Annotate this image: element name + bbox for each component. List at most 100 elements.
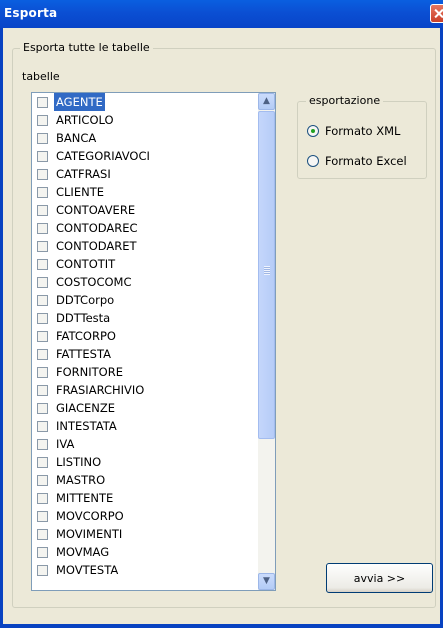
list-item-label: FATTESTA xyxy=(56,347,111,361)
list-item[interactable]: INTESTATA xyxy=(32,417,258,435)
vertical-scrollbar[interactable]: ▲ ▼ xyxy=(258,93,275,590)
chevron-down-icon: ▼ xyxy=(263,576,270,586)
list-item[interactable]: CONTOAVERE xyxy=(32,201,258,219)
list-item-label: GIACENZE xyxy=(56,401,116,415)
list-item[interactable]: MOVTESTA xyxy=(32,561,258,579)
list-item[interactable]: IVA xyxy=(32,435,258,453)
checkbox[interactable] xyxy=(37,493,48,504)
list-item[interactable]: DDTTesta xyxy=(32,309,258,327)
tables-list: AGENTE ARTICOLO BANCA CATEGORIAVOCI CATFRASI… xyxy=(32,93,258,579)
checkbox[interactable] xyxy=(37,511,48,522)
checkbox[interactable] xyxy=(37,133,48,144)
checkbox[interactable] xyxy=(37,529,48,540)
list-item[interactable]: DDTCorpo xyxy=(32,291,258,309)
checkbox[interactable] xyxy=(37,313,48,324)
list-item-label: LISTINO xyxy=(56,455,102,469)
list-item[interactable]: CONTODARET xyxy=(32,237,258,255)
checkbox[interactable] xyxy=(37,565,48,576)
list-item[interactable]: CATFRASI xyxy=(32,165,258,183)
checkbox[interactable] xyxy=(37,349,48,360)
tables-label: tabelle xyxy=(22,70,60,83)
list-item-label: MOVTESTA xyxy=(56,563,119,577)
checkbox[interactable] xyxy=(37,205,48,216)
checkbox[interactable] xyxy=(37,259,48,270)
list-item[interactable]: ARTICOLO xyxy=(32,111,258,129)
list-item-label: CONTOTIT xyxy=(56,257,116,271)
close-button[interactable] xyxy=(430,4,443,23)
checkbox[interactable] xyxy=(37,331,48,342)
checkbox[interactable] xyxy=(37,295,48,306)
list-item-label: IVA xyxy=(56,437,75,451)
list-item-label: MOVMAG xyxy=(56,545,110,559)
list-item[interactable]: MOVMAG xyxy=(32,543,258,561)
title-bar[interactable]: Esporta xyxy=(0,0,443,28)
checkbox[interactable] xyxy=(37,421,48,432)
list-item[interactable]: CONTOTIT xyxy=(32,255,258,273)
list-item[interactable]: CLIENTE xyxy=(32,183,258,201)
checkbox[interactable] xyxy=(37,367,48,378)
list-item-label: CATEGORIAVOCI xyxy=(56,149,150,163)
list-item[interactable]: CATEGORIAVOCI xyxy=(32,147,258,165)
checkbox[interactable] xyxy=(37,223,48,234)
list-item[interactable]: FATCORPO xyxy=(32,327,258,345)
radio-button[interactable] xyxy=(307,155,319,167)
list-item[interactable]: AGENTE xyxy=(32,93,258,111)
list-item-label: BANCA xyxy=(56,131,97,145)
tables-listbox[interactable]: AGENTE ARTICOLO BANCA CATEGORIAVOCI CATFRASI… xyxy=(31,92,276,591)
radio-format-excel[interactable]: Formato Excel xyxy=(307,153,422,169)
checkbox[interactable] xyxy=(37,403,48,414)
list-item-label: AGENTE xyxy=(54,93,105,111)
radio-button[interactable] xyxy=(307,125,319,137)
list-item-label: MOVCORPO xyxy=(56,509,124,523)
scroll-up-button[interactable]: ▲ xyxy=(258,93,275,110)
checkbox[interactable] xyxy=(37,151,48,162)
chevron-up-icon: ▲ xyxy=(263,96,270,106)
list-item-label: MITTENTE xyxy=(56,491,114,505)
checkbox[interactable] xyxy=(37,115,48,126)
checkbox[interactable] xyxy=(37,187,48,198)
radio-label: Formato XML xyxy=(325,124,401,138)
checkbox[interactable] xyxy=(37,457,48,468)
list-item-label: CONTODAREC xyxy=(56,221,138,235)
list-item-label: DDTTesta xyxy=(56,311,111,325)
list-item-label: FORNITORE xyxy=(56,365,123,379)
scroll-thumb[interactable] xyxy=(258,111,275,439)
list-item[interactable]: FATTESTA xyxy=(32,345,258,363)
list-item-label: CONTOAVERE xyxy=(56,203,136,217)
export-all-tables-label: Esporta tutte le tabelle xyxy=(20,41,153,54)
checkbox[interactable] xyxy=(37,547,48,558)
list-item[interactable]: BANCA xyxy=(32,129,258,147)
list-item-label: FATCORPO xyxy=(56,329,116,343)
list-item[interactable]: GIACENZE xyxy=(32,399,258,417)
radio-format-xml[interactable]: Formato XML xyxy=(307,123,417,139)
scroll-down-button[interactable]: ▼ xyxy=(258,573,275,590)
list-item[interactable]: MOVCORPO xyxy=(32,507,258,525)
list-item[interactable]: CONTODAREC xyxy=(32,219,258,237)
checkbox[interactable] xyxy=(37,277,48,288)
window-title: Esporta xyxy=(4,6,58,20)
list-item[interactable]: COSTOCOMC xyxy=(32,273,258,291)
run-button[interactable]: avvia >> xyxy=(326,563,433,593)
window-frame-bottom xyxy=(0,624,443,628)
list-item-label: CONTODARET xyxy=(56,239,137,253)
list-item-label: CATFRASI xyxy=(56,167,111,181)
list-item[interactable]: MITTENTE xyxy=(32,489,258,507)
list-item[interactable]: FORNITORE xyxy=(32,363,258,381)
list-item[interactable]: LISTINO xyxy=(32,453,258,471)
checkbox[interactable] xyxy=(37,385,48,396)
list-item-label: COSTOCOMC xyxy=(56,275,132,289)
list-item-label: ARTICOLO xyxy=(56,113,114,127)
list-item-label: INTESTATA xyxy=(56,419,117,433)
checkbox[interactable] xyxy=(37,439,48,450)
checkbox[interactable] xyxy=(37,169,48,180)
list-item[interactable]: MOVIMENTI xyxy=(32,525,258,543)
grip-icon xyxy=(264,266,270,275)
checkbox[interactable] xyxy=(37,475,48,486)
list-item[interactable]: MASTRO xyxy=(32,471,258,489)
checkbox[interactable] xyxy=(37,97,48,108)
list-item-label: FRASIARCHIVIO xyxy=(56,383,145,397)
list-item[interactable]: FRASIARCHIVIO xyxy=(32,381,258,399)
checkbox[interactable] xyxy=(37,241,48,252)
export-dialog: Esporta Esporta tutte le tabelle tabelle… xyxy=(0,0,443,628)
window-frame-left xyxy=(0,28,3,628)
